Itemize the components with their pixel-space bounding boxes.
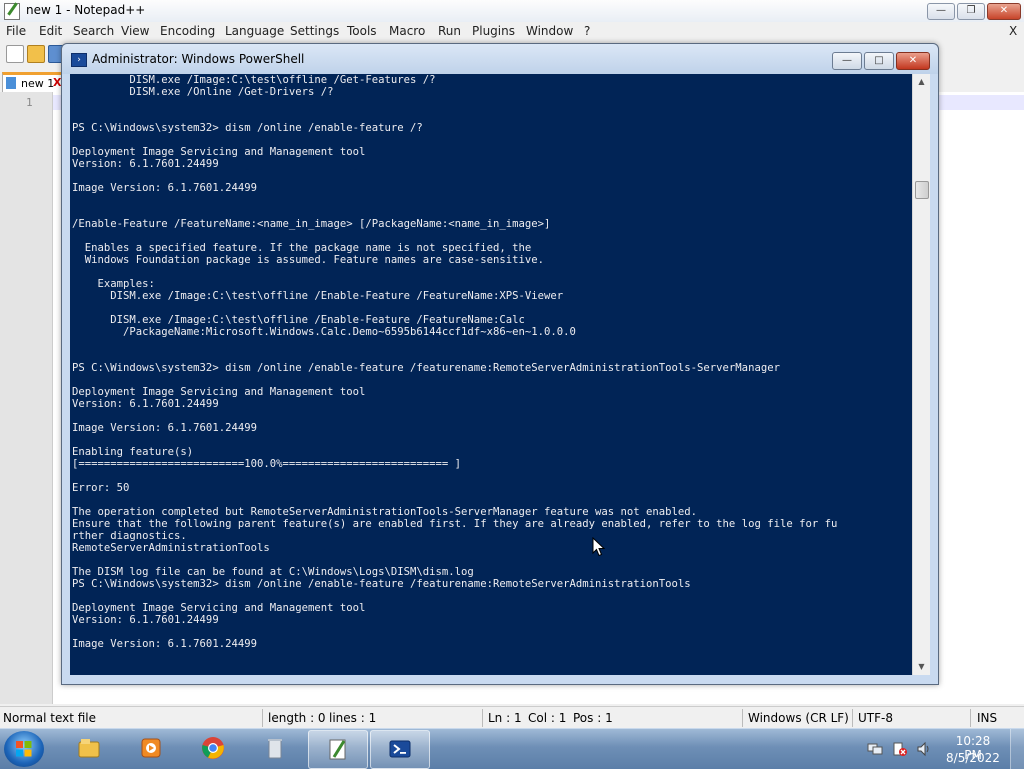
ps-title-bar[interactable]: › Administrator: Windows PowerShell — □ …	[62, 44, 938, 74]
npp-menu-bar: File Edit Search View Encoding Language …	[0, 22, 1024, 42]
console-text: DISM.exe /Image:C:\test\offline /Get-Fea…	[72, 74, 838, 650]
powershell-icon	[389, 740, 411, 758]
media-player-icon	[141, 738, 161, 758]
menu-run[interactable]: Run	[438, 24, 461, 38]
menu-plugins[interactable]: Plugins	[472, 24, 515, 38]
status-length: length : 0	[268, 711, 326, 725]
ps-window-title: Administrator: Windows PowerShell	[92, 52, 305, 66]
start-button[interactable]	[4, 731, 44, 767]
menu-view[interactable]: View	[121, 24, 149, 38]
powershell-icon: ›	[71, 53, 87, 67]
show-desktop-button[interactable]	[1010, 729, 1024, 769]
document-icon	[6, 77, 16, 89]
explorer-icon	[78, 739, 100, 758]
status-lines: lines : 1	[329, 711, 377, 725]
console-output[interactable]: DISM.exe /Image:C:\test\offline /Get-Fea…	[70, 74, 912, 675]
status-ln: Ln : 1	[488, 711, 522, 725]
menu-help[interactable]: ?	[584, 24, 590, 38]
menu-edit[interactable]: Edit	[39, 24, 62, 38]
taskbar-media-player[interactable]	[122, 730, 180, 767]
status-insert-mode: INS	[977, 711, 998, 725]
tab-new1[interactable]: new 1 X	[2, 72, 66, 93]
taskbar-chrome[interactable]	[184, 730, 242, 767]
tab-label: new 1	[21, 77, 55, 90]
line-number-gutter: 1	[0, 92, 53, 704]
menu-settings[interactable]: Settings	[290, 24, 339, 38]
action-center-icon[interactable]	[892, 741, 908, 757]
npp-window-title: new 1 - Notepad++	[26, 3, 146, 17]
vertical-scrollbar[interactable]: ▲ ▼	[912, 74, 930, 675]
clock-date[interactable]: 8/5/2022	[946, 751, 1000, 765]
menu-file[interactable]: File	[6, 24, 26, 38]
notepad-plus-plus-icon	[329, 739, 346, 760]
scroll-up-icon[interactable]: ▲	[913, 74, 930, 90]
scroll-thumb[interactable]	[915, 181, 929, 199]
npp-status-bar: Normal text file length : 0 lines : 1 Ln…	[0, 706, 1024, 729]
taskbar-notepad-plus-plus[interactable]	[308, 730, 368, 769]
powershell-window: › Administrator: Windows PowerShell — □ …	[61, 43, 939, 685]
new-file-icon[interactable]	[6, 45, 24, 63]
network-icon[interactable]	[867, 741, 883, 757]
menu-search[interactable]: Search	[73, 24, 114, 38]
scroll-down-icon[interactable]: ▼	[913, 659, 930, 675]
maximize-button[interactable]: □	[864, 52, 894, 70]
status-file-type: Normal text file	[3, 711, 97, 725]
menu-macro[interactable]: Macro	[389, 24, 425, 38]
menu-language[interactable]: Language	[225, 24, 284, 38]
taskbar: 10:28 PM 8/5/2022	[0, 728, 1024, 769]
volume-icon[interactable]	[916, 741, 932, 757]
menu-window[interactable]: Window	[526, 24, 573, 38]
maximize-button[interactable]: ❐	[957, 3, 985, 20]
menu-encoding[interactable]: Encoding	[160, 24, 215, 38]
npp-title-bar[interactable]: new 1 - Notepad++ — ❐ ✕	[0, 0, 1024, 22]
taskbar-explorer[interactable]	[60, 730, 118, 767]
minimize-button[interactable]: —	[832, 52, 862, 70]
close-button[interactable]: ✕	[896, 52, 930, 70]
minimize-button[interactable]: —	[927, 3, 955, 20]
menu-close-doc[interactable]: X	[1009, 24, 1017, 38]
status-eol[interactable]: Windows (CR LF)	[748, 711, 849, 725]
chrome-icon	[202, 737, 224, 759]
status-pos: Pos : 1	[573, 711, 613, 725]
taskbar-powershell[interactable]	[370, 730, 430, 769]
menu-tools[interactable]: Tools	[347, 24, 377, 38]
windows-logo-icon	[16, 741, 32, 757]
status-encoding[interactable]: UTF-8	[858, 711, 893, 725]
open-folder-icon[interactable]	[27, 45, 45, 63]
line-number: 1	[26, 96, 33, 109]
close-button[interactable]: ✕	[987, 3, 1021, 20]
taskbar-recycle-bin[interactable]	[246, 730, 304, 767]
status-col: Col : 1	[528, 711, 567, 725]
recycle-bin-icon	[268, 739, 282, 759]
notepad-plus-plus-icon	[4, 3, 20, 20]
